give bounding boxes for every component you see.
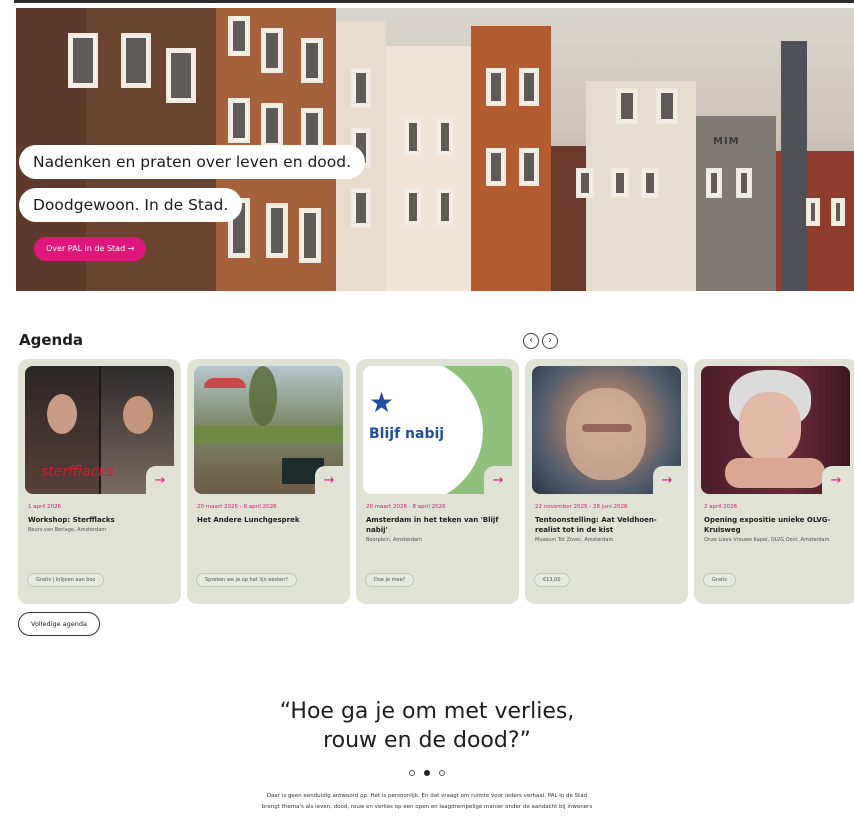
card-tag: €13,00 [534,573,570,587]
intro-line-2: brengt thema's als leven, dood, rouw en … [261,804,593,810]
window [616,88,638,124]
window [351,68,371,108]
card-tag: Gratis | Inlijven aan bos [27,573,105,587]
window [68,33,98,88]
window [228,98,250,143]
card-date: 20 maart 2026 - 8 april 2026 [197,504,277,510]
full-agenda-button[interactable]: Volledige agenda [18,612,100,636]
card-location: Boorplein, Amsterdam [366,537,422,543]
card-title: Het Andere Lunchgesprek [197,516,300,524]
agenda-card[interactable]: → 22 november 2025 - 28 juni 2026 Tentoo… [525,359,688,604]
painting-eyes [582,424,632,432]
window [806,198,820,226]
photo-hands [725,458,825,488]
window [261,28,283,73]
building-5 [386,46,471,291]
card-date: 22 november 2025 - 28 juni 2026 [535,504,628,510]
agenda-carousel-controls: ‹ › [523,333,558,349]
intro-line-1: Daar is geen eenduidig antwoord op. Het … [266,793,588,799]
window [404,118,422,156]
window [166,48,196,103]
window [486,68,506,106]
image-lawn [194,426,343,444]
window [656,88,678,124]
carousel-dots [0,761,854,780]
window [641,168,659,198]
painting-face [566,388,646,480]
building-sign: MIM [713,136,740,147]
window [228,16,250,56]
card-location: Beurs van Berlage, Amsterdam [28,527,107,533]
card-title: Tentoonstelling: Aat Veldhoen-realist to… [535,516,657,534]
window [611,168,629,198]
arrow-right-icon[interactable]: → [822,466,850,494]
image-graffiti-text: sterfflacks [41,464,114,480]
window [404,188,422,226]
intro-text: Daar is geen eenduidig antwoord op. Het … [0,791,854,813]
person-face [47,394,77,434]
window [736,168,752,198]
window [299,208,321,263]
card-date: 20 maart 2026 - 8 april 2026 [366,504,446,510]
hero-tagline-1: Nadenken en praten over leven en dood. [19,145,366,179]
window [121,33,151,88]
window [436,118,454,156]
quote-line-1: “Hoe ga je om met verlies, [279,699,575,724]
window [301,38,323,83]
next-arrow-icon[interactable]: › [542,333,558,349]
card-date: 2 april 2026 [704,504,738,510]
about-pal-button[interactable]: Over PAL in de Stad → [34,237,147,261]
quote-line-2: rouw en de dood?” [323,728,531,753]
window [266,203,288,258]
image-tree [249,366,277,426]
card-tag: Gratis [703,573,736,587]
hero-banner: MIM Nadenken en praten over leven en doo… [16,8,854,291]
carousel-dot-icon[interactable] [408,770,415,776]
building-6 [471,26,551,291]
image-logo-text: Blijf nabij [369,426,445,442]
image-umbrella [204,378,246,388]
card-location: Museum Tot Zover, Amsterdam [535,537,614,543]
page: MIM Nadenken en praten over leven en doo… [0,0,854,821]
card-location: Onze Lieve Vrouwe Kapel, OLVG Oost, Amst… [704,537,830,543]
window [436,188,454,226]
window [486,148,506,186]
window [706,168,722,198]
agenda-card[interactable]: → 2 april 2026 Opening expositie unieke … [694,359,854,604]
agenda-card[interactable]: → 20 maart 2026 - 8 april 2026 Het Ander… [187,359,350,604]
arrow-right-icon[interactable]: → [653,466,681,494]
card-date: 1 april 2026 [28,504,62,510]
window [351,188,371,228]
card-title: Opening expositie unieke OLVG-Kruisweg [704,516,831,534]
carousel-dot-active-icon[interactable] [424,770,430,776]
card-tag: Doe je mee? [365,573,415,587]
card-tag: Spreken we je op het lijn eesten? [196,573,297,587]
agenda-card[interactable]: ★ Blijf nabij → 20 maart 2026 - 8 april … [356,359,519,604]
carousel-dot-icon[interactable] [439,770,446,776]
prev-arrow-icon[interactable]: ‹ [523,333,539,349]
card-title: Amsterdam in het teken van 'Blijf nabij' [366,516,499,534]
window [519,148,539,186]
window [831,198,845,226]
arrow-right-icon[interactable]: → [484,466,512,494]
hero-tagline-2: Doodgewoon. In de Stad. [19,188,243,222]
window [519,68,539,106]
tower [781,41,807,291]
star-logo-icon: ★ [369,386,395,419]
arrow-right-icon[interactable]: → [146,466,174,494]
agenda-title: Agenda [19,331,84,349]
top-border [14,0,854,3]
arrow-right-icon[interactable]: → [315,466,343,494]
window [576,168,594,198]
photo-face [739,392,801,462]
person-face [123,396,153,434]
quote-heading: “Hoe ga je om met verlies, rouw en de do… [0,697,854,755]
card-title: Workshop: Sterfflacks [28,516,115,524]
window [261,103,283,148]
agenda-card[interactable]: sterfflacks → 1 april 2026 Workshop: Ste… [18,359,181,604]
